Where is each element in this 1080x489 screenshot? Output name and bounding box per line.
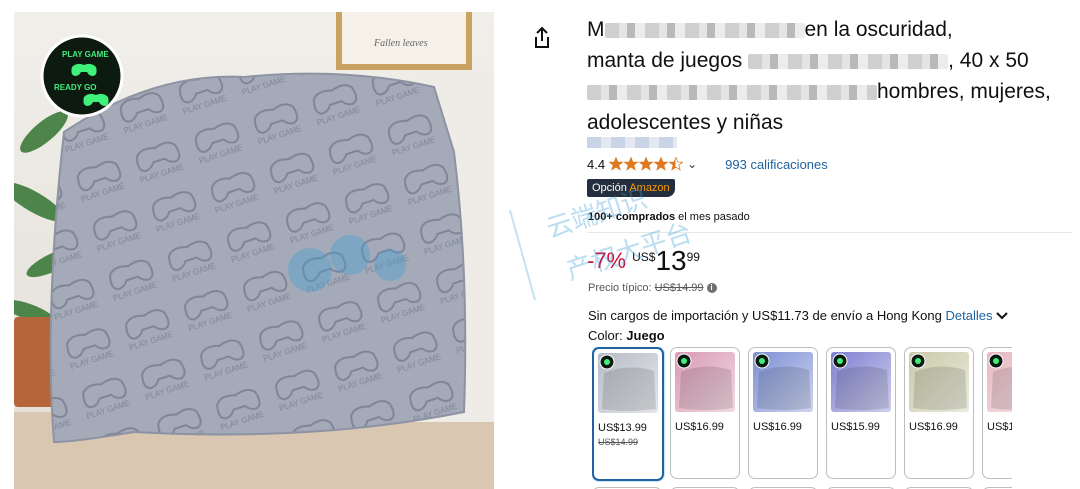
svg-text:READY GO: READY GO (54, 83, 97, 92)
frame-caption: Fallen leaves (373, 38, 428, 49)
badge-prefix: Opción (592, 182, 630, 194)
typical-price-label: Precio típico: (588, 282, 652, 294)
store-link[interactable] (587, 137, 677, 148)
color-swatch[interactable]: US$15.99 (826, 347, 896, 479)
share-icon[interactable] (532, 26, 552, 50)
swatch-thumbnail (753, 352, 813, 412)
price-currency: US$ (632, 250, 656, 264)
rating-row[interactable]: 4.4 ⌄ 993 calificaciones (587, 154, 828, 174)
color-swatches: US$13.99 US$14.99 US$16.99 US$16.99 US$15.99… (592, 347, 1012, 489)
chevron-down-icon[interactable] (996, 311, 1008, 320)
rating-value: 4.4 (587, 156, 606, 172)
swatch-thumbnail (831, 352, 891, 412)
badge-brand: Amazon (629, 182, 670, 194)
product-title: Men la oscuridad, manta de juegos , 40 x… (587, 14, 1077, 138)
color-swatch[interactable]: US$16.99 (748, 347, 818, 479)
bought-period: el mes pasado (675, 211, 750, 223)
swatch-price: US$15.99 (831, 421, 880, 433)
price-block: -7% US$ 13 99 (587, 246, 700, 278)
price-fraction: 99 (686, 250, 700, 264)
svg-text:PLAY GAME: PLAY GAME (62, 50, 109, 59)
color-swatch[interactable]: US$13.99 US$14.99 (592, 347, 664, 481)
price-whole: 13 (655, 245, 687, 276)
typical-price-value: US$14.99 (654, 282, 704, 294)
color-selector-label: Color: Juego (588, 328, 665, 343)
swatch-thumbnail (675, 352, 735, 412)
amazon-choice-badge[interactable]: Opción Amazon (587, 179, 675, 197)
typical-price: Precio típico: US$14.99 i (588, 282, 717, 294)
swatch-price: US$13.99 (598, 422, 647, 434)
swatch-price: US$16.99 (675, 421, 724, 433)
shipping-text: Sin cargos de importación y US$11.73 de … (588, 308, 946, 323)
swatch-price: US$1 (987, 421, 1012, 433)
chevron-down-icon[interactable]: ⌄ (687, 157, 697, 171)
swatch-thumbnail (909, 352, 969, 412)
title-text: manta de juegos (587, 49, 743, 72)
redacted-text (587, 84, 877, 100)
swatch-thumbnail (598, 353, 658, 413)
swatch-old-price: US$14.99 (598, 437, 639, 447)
color-value: Juego (626, 328, 665, 343)
color-swatch[interactable]: US$1 (982, 347, 1012, 479)
color-label: Color: (588, 328, 627, 343)
swatch-thumbnail (987, 352, 1012, 412)
info-icon[interactable]: i (706, 283, 717, 293)
title-text: adolescentes y niñas (587, 111, 784, 134)
shipping-info: Sin cargos de importación y US$11.73 de … (588, 308, 1008, 323)
title-text: , 40 x 50 (948, 49, 1029, 72)
discount-percent: -7% (587, 248, 627, 273)
color-swatch[interactable]: US$16.99 (904, 347, 974, 479)
bought-last-month: 100+ comprados el mes pasado (588, 211, 750, 223)
blanket-photo: PLAY GAME Fallen leaves PLAY GAME (14, 12, 494, 489)
divider (587, 232, 1072, 233)
title-text: M (587, 18, 605, 41)
color-swatch[interactable]: US$16.99 (670, 347, 740, 479)
swatch-price: US$16.99 (753, 421, 802, 433)
bought-count: 100+ comprados (588, 211, 676, 223)
swatch-price: US$16.99 (909, 421, 958, 433)
title-text: en la oscuridad, (804, 18, 953, 41)
product-main-image[interactable]: PLAY GAME Fallen leaves PLAY GAME (14, 12, 494, 489)
redacted-text (604, 22, 805, 38)
ratings-count-link[interactable]: 993 calificaciones (725, 157, 828, 172)
star-rating-icon[interactable] (609, 157, 684, 171)
redacted-text (748, 53, 949, 69)
title-text: hombres, mujeres, (877, 80, 1051, 103)
shipping-details-link[interactable]: Detalles (945, 308, 992, 323)
